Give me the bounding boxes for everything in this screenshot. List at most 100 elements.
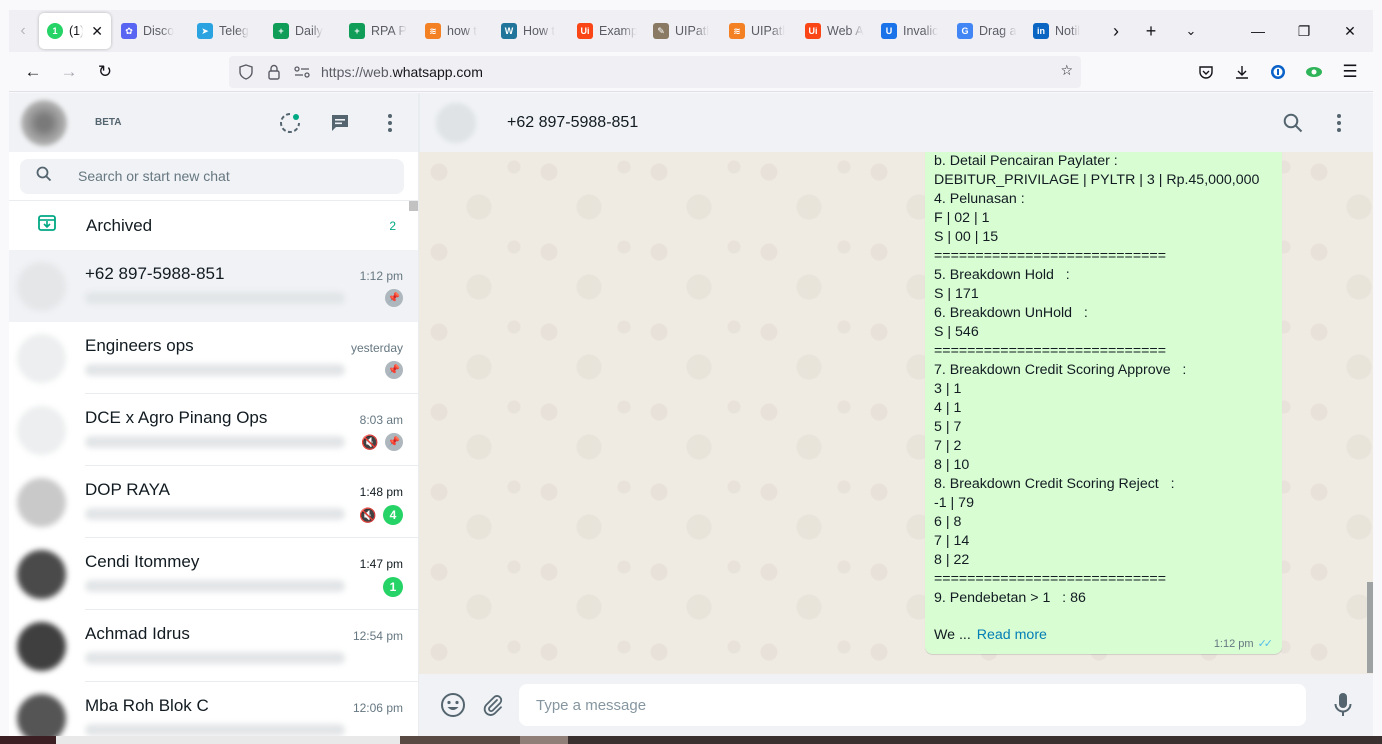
browser-tab[interactable]: ≋ how t [417,13,493,49]
browser-tab[interactable]: + Daily [265,13,341,49]
browser-tab[interactable]: in Notil [1025,13,1101,49]
tab-title: RPA P [371,24,407,38]
tab-favicon-icon: ≋ [729,23,745,39]
chat-preview-blurred [85,364,345,376]
chat-info: +62 897-5988-851 1:12 pm 📌 [85,250,418,322]
lock-icon[interactable] [265,63,283,81]
list-all-tabs-button[interactable]: ⌄ [1171,10,1211,52]
pinned-icon: 📌 [385,361,403,379]
new-chat-icon[interactable] [328,111,352,135]
message-text: b. Detail Pencairan Paylater : DEBITUR_PR… [934,152,1273,608]
browser-tab[interactable]: ≋ UIPatl [721,13,797,49]
bookmark-star-icon[interactable]: ☆ [1060,62,1073,79]
chat-list-scrollbar[interactable] [409,201,418,211]
attach-icon[interactable] [479,691,507,719]
beta-label: BETA [95,117,122,128]
chat-avatar[interactable] [17,621,66,671]
browser-tab[interactable]: ➤ Teleg [189,13,265,49]
chat-avatar[interactable] [17,549,66,599]
extension-eye-icon[interactable] [1299,56,1329,88]
chat-time: 8:03 am [359,413,403,427]
restore-button[interactable]: ❐ [1281,10,1327,52]
left-header: BETA [9,93,418,152]
chat-list-item[interactable]: DOP RAYA 1:48 pm 🔇 4 [9,466,418,538]
browser-tab[interactable]: ✎ UIPatl [645,13,721,49]
read-more-link[interactable]: Read more [977,627,1047,643]
tab-title: Web A [827,24,864,38]
back-button[interactable]: ← [15,56,51,88]
url-text[interactable]: https://web.whatsapp.com [321,64,483,80]
close-tab-icon[interactable]: ✕ [91,23,103,40]
conversation-header[interactable]: +62 897-5988-851 [419,93,1373,152]
tab-favicon-icon: + [273,23,289,39]
archived-row[interactable]: Archived 2 [9,201,418,250]
chat-info: Mba Roh Blok C 12:06 pm [85,682,418,736]
browser-tab[interactable]: W How t [493,13,569,49]
tab-scroll-left-icon[interactable]: ‹ [9,10,37,52]
chat-avatar[interactable] [17,477,66,527]
pocket-icon[interactable] [1191,56,1221,88]
message-line: 8. Breakdown Credit Scoring Reject : [934,476,1175,492]
outgoing-message-bubble[interactable]: b. Detail Pencairan Paylater : DEBITUR_PR… [925,152,1282,654]
message-tail-text: We ... [934,627,971,643]
downloads-icon[interactable] [1227,56,1257,88]
tab-favicon-icon: ✿ [121,23,137,39]
minimize-button[interactable]: — [1235,10,1281,52]
chat-list-item[interactable]: Mba Roh Blok C 12:06 pm [9,682,418,736]
browser-tab[interactable]: 1 (1) ✕ [39,13,111,49]
chat-list-item[interactable]: Engineers ops yesterday 📌 [9,322,418,394]
search-bar [9,152,418,201]
chat-list-item[interactable]: Achmad Idrus 12:54 pm [9,610,418,682]
permissions-icon[interactable] [293,63,311,81]
search-icon[interactable] [36,166,52,187]
tab-scroll-right-icon[interactable]: › [1101,10,1131,52]
contact-avatar[interactable] [436,102,476,143]
forward-button[interactable]: → [51,56,87,88]
message-line: 3 | 1 [934,381,962,397]
chat-avatar[interactable] [17,261,66,311]
search-box[interactable] [20,158,404,194]
shield-icon[interactable] [237,63,255,81]
emoji-icon[interactable] [439,691,467,719]
password-manager-icon[interactable] [1263,56,1293,88]
message-line: S | 00 | 15 [934,229,999,245]
menu-hamburger-icon[interactable]: ☰ [1335,56,1365,88]
browser-tab-bar: ‹ 1 (1) ✕ ✿ Disco ➤ Teleg + Daily + RPA P ≋ how t W Ho… [9,10,1373,52]
browser-tab[interactable]: ✿ Disco [113,13,189,49]
browser-tab[interactable]: + RPA P [341,13,417,49]
message-input[interactable] [519,684,1306,726]
conversation-scrollbar[interactable] [1367,582,1373,673]
reload-button[interactable]: ↻ [87,56,123,88]
chat-time: yesterday [350,341,403,355]
chat-info: Achmad Idrus 12:54 pm [85,610,418,682]
browser-tab[interactable]: G Drag a [949,13,1025,49]
message-line: 6. Breakdown UnHold : [934,305,1088,321]
menu-kebab-icon[interactable] [378,111,402,135]
chat-avatar[interactable] [17,405,66,455]
chat-preview-blurred [85,580,345,592]
chat-avatar[interactable] [17,333,66,383]
my-avatar[interactable] [21,99,67,146]
status-icon[interactable] [278,111,302,135]
chat-time: 12:54 pm [352,629,403,643]
message-line: 4 | 1 [934,400,962,416]
search-input[interactable] [78,168,378,184]
message-line: S | 171 [934,286,979,302]
search-messages-icon[interactable] [1281,111,1305,135]
close-window-button[interactable]: ✕ [1327,10,1373,52]
browser-tab[interactable]: Ui Examp [569,13,645,49]
tab-title: UIPatl [675,24,710,38]
browser-tab[interactable]: Ui Web A [797,13,873,49]
conversation-menu-icon[interactable] [1327,111,1351,135]
contact-name[interactable]: +62 897-5988-851 [507,114,638,132]
chat-list-item[interactable]: +62 897-5988-851 1:12 pm 📌 [9,250,418,322]
new-tab-button[interactable]: + [1131,10,1171,52]
message-area: b. Detail Pencairan Paylater : DEBITUR_PR… [419,152,1373,673]
conversation-pane: +62 897-5988-851 b. Detail Pencairan Pay… [419,93,1373,736]
url-bar[interactable]: https://web.whatsapp.com ☆ [229,56,1081,88]
chat-list-item[interactable]: DCE x Agro Pinang Ops 8:03 am 🔇 📌 [9,394,418,466]
chat-avatar[interactable] [17,693,66,736]
microphone-icon[interactable] [1329,691,1357,719]
browser-tab[interactable]: U Invalic [873,13,949,49]
chat-list-item[interactable]: Cendi Itommey 1:47 pm 1 [9,538,418,610]
